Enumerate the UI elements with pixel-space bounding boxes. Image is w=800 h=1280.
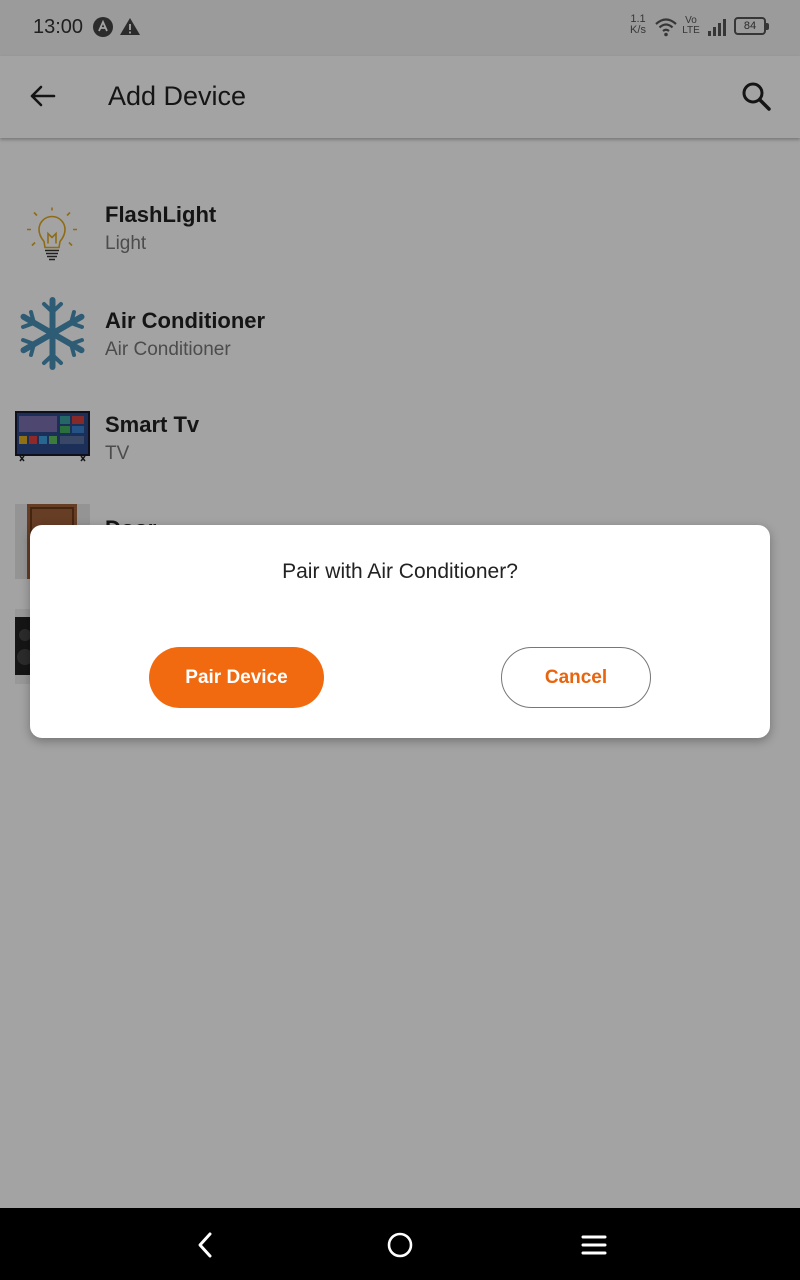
dialog-message: Pair with Air Conditioner? <box>282 560 518 583</box>
system-nav-bar <box>0 1208 800 1280</box>
pair-dialog: Pair with Air Conditioner? Pair Device C… <box>30 525 770 738</box>
pair-device-button[interactable]: Pair Device <box>149 647 324 708</box>
nav-menu-icon[interactable] <box>579 1230 609 1260</box>
nav-back-icon[interactable] <box>191 1230 221 1260</box>
screen: 13:00 1.1 K/s Vo LTE 84 Add Device Flash… <box>0 0 800 1208</box>
nav-home-icon[interactable] <box>385 1230 415 1260</box>
cancel-button[interactable]: Cancel <box>501 647 651 708</box>
